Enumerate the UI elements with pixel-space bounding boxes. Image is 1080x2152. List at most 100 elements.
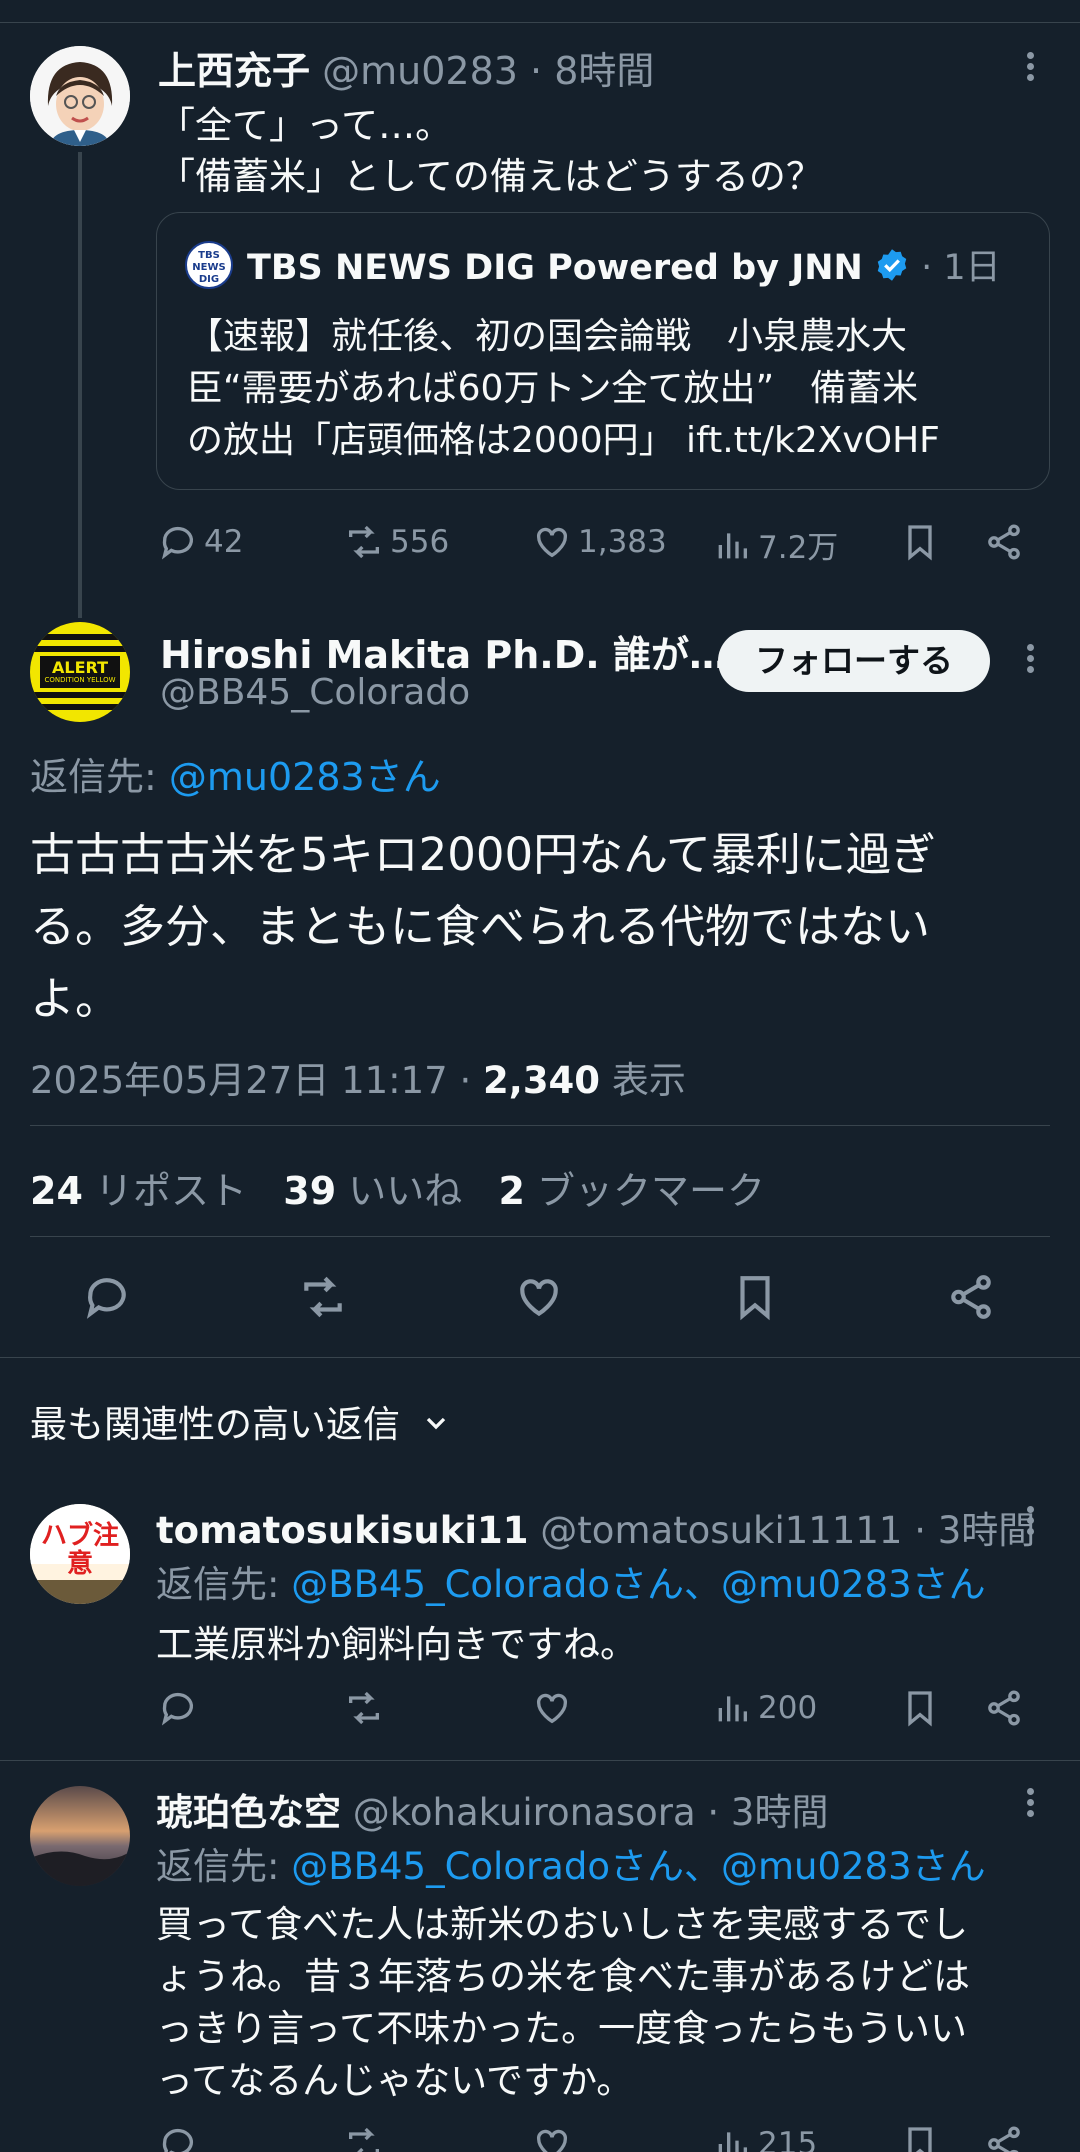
repost-button[interactable] (298, 1272, 348, 1326)
repost-button[interactable]: 556 (344, 522, 449, 562)
reposts-stat[interactable]: 24 リポスト (30, 1169, 247, 1213)
more-options-icon[interactable] (1020, 640, 1040, 684)
reply-icon (161, 526, 193, 560)
dot-separator: · (707, 1791, 720, 1834)
bookmark-button[interactable] (900, 1688, 946, 1728)
share-button[interactable] (984, 522, 1030, 562)
tweet-timestamp[interactable]: 2025年05月27日 11:17 (30, 1059, 448, 1102)
more-options-icon[interactable] (1020, 48, 1040, 92)
reply-to: 返信先: @BB45_Coloradoさん、@mu0283さん (156, 1554, 986, 1608)
chevron-down-icon (420, 1405, 452, 1448)
divider (0, 1357, 1080, 1358)
reply-button[interactable]: 42 (158, 522, 243, 562)
avatar-illustration (30, 46, 130, 146)
verified-badge-icon (874, 247, 910, 292)
quote-author-name: TBS NEWS DIG Powered by JNN (247, 248, 863, 288)
share-button[interactable] (946, 1272, 996, 1326)
tweet-time[interactable]: 8時間 (554, 49, 654, 93)
views-button[interactable]: 7.2万 (712, 522, 838, 567)
like-button[interactable]: 1,383 (532, 522, 667, 562)
avatar-image (30, 1786, 130, 1886)
analytics-icon (718, 532, 747, 558)
bookmark-button[interactable] (900, 2124, 946, 2152)
heart-icon (520, 1279, 558, 1317)
reply-to-handle[interactable]: @mu0283さん (169, 755, 441, 799)
analytics-icon (718, 1696, 747, 1722)
like-button[interactable] (532, 2124, 578, 2152)
bookmark-button[interactable] (730, 1272, 780, 1326)
avatar-text: ハブ注意 (40, 1521, 119, 1579)
quote-text-line: 臣“需要があれば60万トン全て放出” 備蓄米 (187, 368, 919, 409)
replies-sort-dropdown[interactable]: 最も関連性の高い返信 (30, 1394, 452, 1448)
tweet-time[interactable]: 3時間 (731, 1791, 829, 1834)
views-button[interactable]: 215 (712, 2124, 817, 2152)
tweet-text-line: 「全て」って…。 (158, 104, 453, 147)
bookmark-icon (908, 525, 932, 561)
like-button[interactable] (532, 1688, 578, 1728)
quoted-tweet-card[interactable]: TBS NEWS DIG TBS NEWS DIG Powered by JNN… (156, 212, 1050, 490)
reply-button[interactable] (158, 1688, 204, 1728)
quote-text-line: の放出「店頭価格は2000円」 ift.tt/k2XvOHF (187, 420, 940, 461)
dot-separator: · (459, 1059, 472, 1102)
tweet-text-line: 古古古古米を5キロ2000円なんて暴利に過ぎ (30, 828, 936, 881)
reply-icon (162, 2128, 193, 2152)
more-options-icon[interactable] (1020, 1784, 1040, 1828)
reposts-label: リポスト (94, 1169, 247, 1213)
repost-count: 556 (390, 524, 450, 560)
reply-icon (86, 1278, 126, 1319)
follow-button[interactable]: フォローする (718, 630, 990, 692)
views-button[interactable]: 200 (712, 1688, 817, 1728)
share-icon (988, 1690, 1020, 1726)
reply-to-handles[interactable]: @BB45_Coloradoさん、@mu0283さん (291, 1563, 985, 1606)
repost-button[interactable] (344, 1688, 390, 1728)
author-name[interactable]: 上西充子 (158, 49, 310, 93)
reply-to-handles[interactable]: @BB45_Coloradoさん、@mu0283さん (291, 1845, 985, 1888)
tweet-header: 上西充子 @mu0283 · 8時間 (158, 40, 654, 95)
like-button[interactable] (514, 1272, 564, 1326)
reply-to: 返信先: @BB45_Coloradoさん、@mu0283さん (156, 1836, 986, 1890)
bookmarks-stat[interactable]: 2 ブックマーク (499, 1169, 766, 1213)
likes-stat[interactable]: 39 いいね (283, 1169, 462, 1213)
views-count: 2,340 (483, 1059, 601, 1102)
avatar[interactable] (30, 46, 130, 146)
reply-to: 返信先: @mu0283さん (30, 746, 441, 801)
avatar[interactable]: ハブ注意 (30, 1504, 130, 1604)
bookmark-icon (908, 1691, 932, 1727)
author-handle[interactable]: @BB45_Colorado (160, 672, 470, 713)
views-count: 200 (758, 1690, 818, 1726)
reply-button[interactable] (82, 1272, 132, 1326)
tweet-text-line: 「備蓄米」としての備えはどうするの？ (158, 155, 823, 198)
bookmark-button[interactable] (900, 522, 946, 562)
heart-icon (536, 1693, 568, 1724)
reply-to-label: 返信先: (156, 1845, 280, 1888)
avatar[interactable] (30, 1786, 130, 1886)
tweet-text-line: る。多分、まともに食べられる代物ではない (30, 900, 931, 953)
engagement-stats: 24 リポスト 39 いいね 2 ブックマーク (30, 1160, 765, 1215)
author-name[interactable]: tomatosukisuki11 (156, 1509, 529, 1552)
tweet-text-line: よ。 (30, 972, 121, 1025)
tweet-text-line: 工業原料か飼料向きですね。 (156, 1623, 637, 1666)
logo-text: TBS (198, 250, 220, 261)
bookmarks-label: ブックマーク (537, 1169, 766, 1213)
divider (0, 1760, 1080, 1761)
author-name[interactable]: 琥珀色な空 (156, 1791, 341, 1834)
author-handle[interactable]: @tomatosuki11111 (540, 1509, 902, 1552)
author-handle[interactable]: @kohakuironasora (353, 1791, 696, 1834)
more-options-icon[interactable] (1020, 1502, 1040, 1546)
share-button[interactable] (984, 2124, 1030, 2152)
reply-button[interactable] (158, 2124, 204, 2152)
likes-label: いいね (348, 1169, 463, 1213)
bookmark-icon (908, 2127, 932, 2152)
quote-logo: TBS NEWS DIG (185, 241, 233, 289)
repost-icon (349, 525, 379, 559)
tweet-text-line: 買って食べた人は新米のおいしさを実感するでし (156, 1903, 969, 1946)
avatar[interactable]: ALERT CONDITION YELLOW (30, 622, 130, 722)
share-button[interactable] (984, 1688, 1030, 1728)
tweet-text-line: ょうね。昔３年落ちの米を食べた事があるけどは (156, 1955, 970, 1998)
author-handle[interactable]: @mu0283 (322, 49, 518, 93)
repost-button[interactable] (344, 2124, 390, 2152)
likes-count: 39 (283, 1169, 337, 1213)
views-count: 7.2万 (758, 530, 839, 566)
share-icon (951, 1275, 991, 1319)
author-name[interactable]: Hiroshi Makita Ph.D. 誰が… (160, 624, 727, 679)
